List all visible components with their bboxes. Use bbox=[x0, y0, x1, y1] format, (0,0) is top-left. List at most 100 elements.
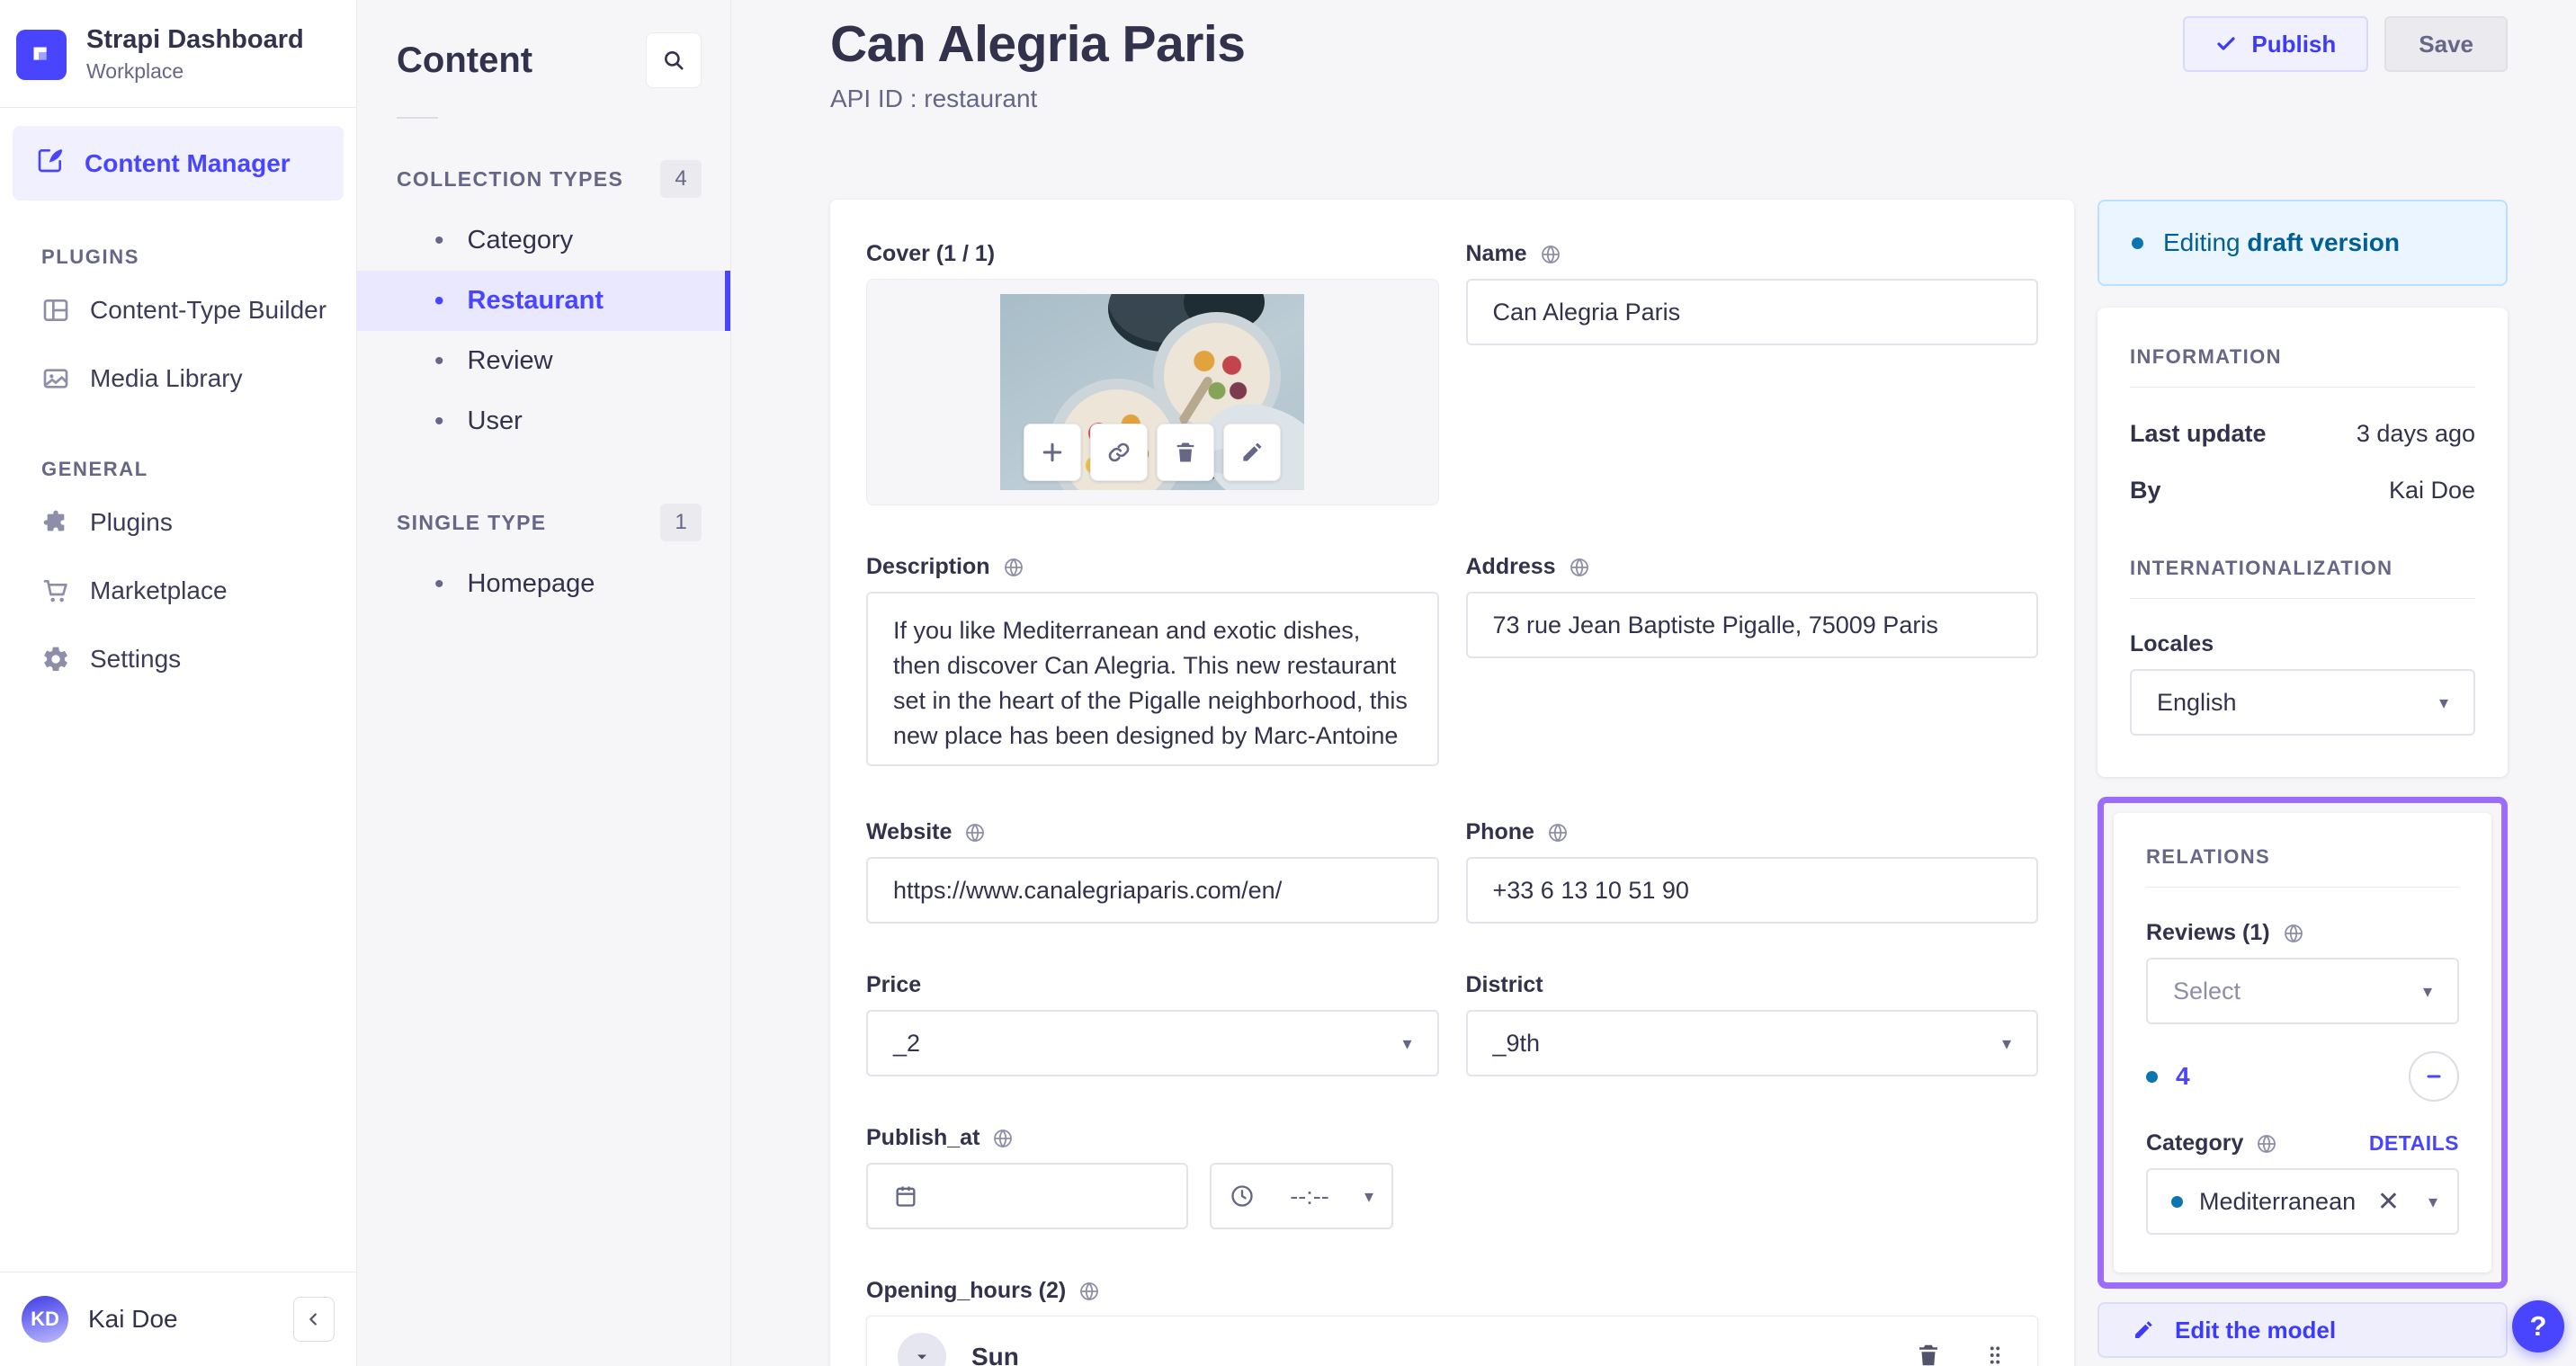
clock-icon bbox=[1231, 1185, 1253, 1207]
avatar[interactable]: KD bbox=[22, 1296, 68, 1343]
reviews-label: Reviews (1) bbox=[2146, 920, 2270, 945]
sidebar-item-user[interactable]: • User bbox=[357, 391, 730, 451]
nav-section-general: GENERAL Plugins Marketplace Settings bbox=[0, 458, 356, 693]
save-button[interactable]: Save bbox=[2384, 16, 2508, 72]
expand-row-button[interactable] bbox=[898, 1333, 946, 1366]
category-select[interactable]: Mediterranean ✕ ▾ bbox=[2146, 1168, 2459, 1235]
main-content: Can Alegria Paris API ID : restaurant Pu… bbox=[731, 0, 2576, 1366]
puzzle-icon bbox=[41, 508, 70, 537]
website-input[interactable] bbox=[866, 857, 1439, 924]
drag-dots-icon bbox=[1990, 1345, 2000, 1364]
sidebar-item-media-library[interactable]: Media Library bbox=[0, 344, 356, 413]
sidebar-item-content-type-builder[interactable]: Content-Type Builder bbox=[0, 276, 356, 344]
field-label: Opening_hours (2) bbox=[866, 1278, 1067, 1303]
relations-highlight-outline: RELATIONS Reviews (1) Select ▾ 4 Categor… bbox=[2097, 797, 2508, 1289]
sidebar-item-marketplace[interactable]: Marketplace bbox=[0, 557, 356, 625]
globe-icon bbox=[1540, 244, 1561, 265]
field-website: Website bbox=[866, 819, 1439, 924]
details-link[interactable]: DETAILS bbox=[2369, 1131, 2459, 1156]
sidebar-item-label: Media Library bbox=[90, 364, 243, 392]
information-card: INFORMATION Last update 3 days ago By Ka… bbox=[2097, 308, 2508, 777]
sidebar-item-review[interactable]: • Review bbox=[357, 331, 730, 391]
copy-link-button[interactable] bbox=[1090, 424, 1149, 481]
chevron-left-icon bbox=[309, 1313, 317, 1326]
divider bbox=[2130, 598, 2475, 599]
gear-icon bbox=[41, 645, 70, 674]
edit-model-button[interactable]: Edit the model bbox=[2097, 1302, 2508, 1358]
globe-icon bbox=[1547, 822, 1569, 844]
bullet-icon: • bbox=[434, 568, 444, 599]
relation-dot-icon bbox=[2146, 1070, 2158, 1083]
sidebar-item-content-manager[interactable]: Content Manager bbox=[13, 126, 344, 201]
sidebar-item-category[interactable]: • Category bbox=[357, 210, 730, 271]
review-link[interactable]: 4 bbox=[2176, 1062, 2409, 1091]
sidebar-item-plugins[interactable]: Plugins bbox=[0, 488, 356, 557]
district-select[interactable]: _9th ▾ bbox=[1465, 1010, 2038, 1076]
information-heading: INFORMATION bbox=[2130, 345, 2282, 368]
collapse-sidebar-button[interactable] bbox=[293, 1297, 335, 1342]
sidebar-item-homepage[interactable]: • Homepage bbox=[357, 554, 730, 614]
locales-label: Locales bbox=[2130, 631, 2214, 656]
sidebar-item-restaurant[interactable]: • Restaurant bbox=[357, 271, 730, 331]
locale-select[interactable]: English ▾ bbox=[2130, 669, 2475, 736]
globe-icon bbox=[1003, 557, 1024, 578]
page-title: Can Alegria Paris bbox=[830, 15, 1246, 73]
globe-icon bbox=[2256, 1133, 2277, 1155]
row-title: Sun bbox=[971, 1343, 1019, 1366]
add-media-button[interactable] bbox=[1024, 424, 1082, 481]
chevron-down-icon: ▾ bbox=[1402, 1033, 1412, 1054]
price-select[interactable]: _2 ▾ bbox=[866, 1010, 1439, 1076]
globe-icon bbox=[964, 822, 986, 844]
delete-media-button[interactable] bbox=[1157, 424, 1215, 481]
search-button[interactable] bbox=[646, 32, 702, 88]
name-input[interactable] bbox=[1465, 279, 2038, 345]
chevron-down-icon bbox=[917, 1354, 926, 1360]
date-input[interactable] bbox=[866, 1163, 1188, 1229]
field-opening-hours: Opening_hours (2) Sun bbox=[866, 1278, 2038, 1366]
pencil-icon bbox=[1243, 442, 1262, 461]
info-value: 3 days ago bbox=[2356, 420, 2475, 447]
address-input[interactable] bbox=[1465, 592, 2038, 658]
workspace-switcher[interactable]: Strapi Dashboard Workplace bbox=[0, 0, 356, 107]
remove-relation-button[interactable] bbox=[2409, 1051, 2459, 1102]
count-badge: 4 bbox=[660, 160, 702, 198]
edit-media-button[interactable] bbox=[1223, 424, 1282, 481]
help-button[interactable]: ? bbox=[2512, 1300, 2564, 1353]
field-cover: Cover (1 / 1) bbox=[866, 241, 1439, 505]
sidebar-item-label: Content Manager bbox=[85, 148, 291, 177]
collection-type-label: Review bbox=[467, 346, 553, 375]
entry-side-panel: Editing draft version INFORMATION Last u… bbox=[2097, 200, 2508, 1366]
drag-handle[interactable] bbox=[1983, 1344, 2007, 1366]
time-placeholder: --:-- bbox=[1290, 1182, 1329, 1210]
layout-icon bbox=[41, 296, 70, 325]
description-textarea[interactable]: If you like Mediterranean and exotic dis… bbox=[866, 592, 1439, 766]
globe-icon bbox=[1569, 557, 1590, 578]
sidebar-footer: KD Kai Doe bbox=[0, 1272, 356, 1366]
review-relation-item: 4 bbox=[2146, 1051, 2459, 1102]
publish-button[interactable]: Publish bbox=[2183, 16, 2369, 72]
cover-dropzone[interactable] bbox=[866, 279, 1439, 505]
sidebar-item-settings[interactable]: Settings bbox=[0, 625, 356, 693]
section-label: PLUGINS bbox=[41, 246, 139, 268]
feather-edit-icon bbox=[36, 146, 65, 181]
field-publish-at: Publish_at --:-- ▾ bbox=[866, 1125, 1439, 1229]
draft-status-prefix: Editing bbox=[2163, 228, 2241, 256]
divider bbox=[397, 117, 438, 119]
opening-hours-list: Sun bbox=[866, 1316, 2038, 1366]
main-sidebar: Strapi Dashboard Workplace Content Manag… bbox=[0, 0, 357, 1366]
reviews-select[interactable]: Select ▾ bbox=[2146, 958, 2459, 1024]
globe-icon bbox=[992, 1128, 1014, 1149]
delete-row-button[interactable] bbox=[1915, 1342, 1942, 1366]
workspace-name: Workplace bbox=[86, 59, 184, 83]
relations-heading: RELATIONS bbox=[2146, 845, 2271, 868]
field-label: Address bbox=[1465, 554, 1556, 579]
content-sidebar-title: Content bbox=[397, 40, 533, 80]
clear-category-icon[interactable]: ✕ bbox=[2377, 1186, 2400, 1218]
calendar-icon bbox=[896, 1186, 916, 1207]
cover-image bbox=[1000, 294, 1305, 490]
minus-icon bbox=[2427, 1075, 2441, 1078]
app-title: Strapi Dashboard bbox=[86, 25, 304, 54]
time-input[interactable]: --:-- ▾ bbox=[1210, 1163, 1393, 1229]
sidebar-item-label: Marketplace bbox=[90, 576, 228, 604]
phone-input[interactable] bbox=[1465, 857, 2038, 924]
